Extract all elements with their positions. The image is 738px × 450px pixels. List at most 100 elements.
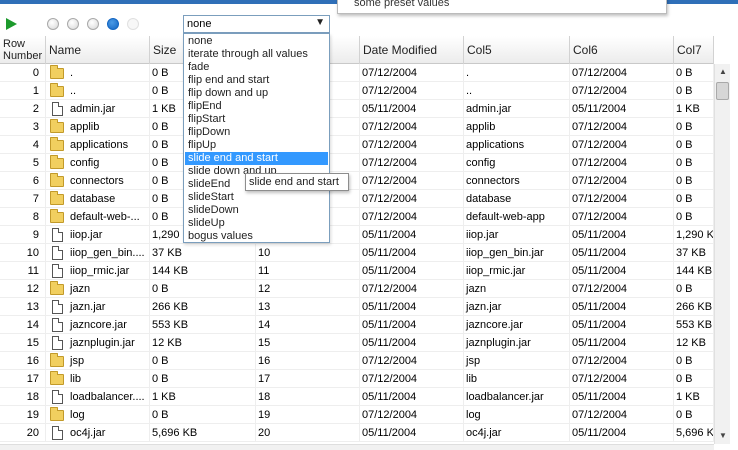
cell-name: . bbox=[46, 64, 150, 82]
cell-col7: 0 B bbox=[674, 64, 714, 82]
play-icon[interactable] bbox=[6, 18, 17, 30]
cell-col6: 07/12/2004 bbox=[570, 352, 674, 370]
cell-name-text: connectors bbox=[70, 175, 124, 187]
table-row[interactable]: 20 oc4j.jar 5,696 KB 20 05/11/2004 oc4j.jar 05… bbox=[0, 424, 714, 442]
cell-col3: 11 bbox=[256, 262, 360, 280]
cell-row-number: 5 bbox=[0, 154, 46, 172]
cell-col7: 1,290 K bbox=[674, 226, 714, 244]
cell-col7: 1 KB bbox=[674, 388, 714, 406]
cell-row-number: 11 bbox=[0, 262, 46, 280]
table-row[interactable]: 17 lib 0 B 17 07/12/2004 lib 07/12/2004 0 B bbox=[0, 370, 714, 388]
dropdown-option[interactable]: flipEnd bbox=[185, 100, 328, 113]
cell-date-modified: 07/12/2004 bbox=[360, 64, 464, 82]
dropdown-option[interactable]: slideDown bbox=[185, 204, 328, 217]
cell-col7: 0 B bbox=[674, 190, 714, 208]
dropdown-option[interactable]: flipUp bbox=[185, 139, 328, 152]
file-icon bbox=[52, 390, 63, 404]
option-hover-tooltip: slide end and start bbox=[245, 173, 349, 191]
transition-dots bbox=[47, 18, 139, 30]
dropdown-option[interactable]: bogus values bbox=[185, 230, 328, 243]
table-row[interactable]: 0.0 B 07/12/2004. 07/12/2004 0 B bbox=[0, 64, 714, 82]
table-row[interactable]: 12 jazn 0 B 12 07/12/2004 jazn 07/12/2004 0 B bbox=[0, 280, 714, 298]
cell-col7: 0 B bbox=[674, 370, 714, 388]
vertical-scrollbar[interactable]: ▲ ▼ bbox=[714, 64, 730, 444]
cell-row-number: 6 bbox=[0, 172, 46, 190]
cell-col6: 07/12/2004 bbox=[570, 208, 674, 226]
scroll-thumb[interactable] bbox=[716, 82, 729, 100]
table-row[interactable]: 18 loadbalancer.... 1 KB 18 05/11/2004 loadba… bbox=[0, 388, 714, 406]
cell-col6: 07/12/2004 bbox=[570, 136, 674, 154]
table-row[interactable]: 4 applications 0 B 07/12/2004 applications 07… bbox=[0, 136, 714, 154]
table-row[interactable]: 1.. 0 B 07/12/2004.. 07/12/2004 0 B bbox=[0, 82, 714, 100]
cell-col6: 07/12/2004 bbox=[570, 190, 674, 208]
cell-name: log bbox=[46, 406, 150, 424]
dropdown-option[interactable]: slide end and start bbox=[185, 152, 328, 165]
chevron-down-icon: ▼ bbox=[315, 17, 325, 28]
dot-3[interactable] bbox=[87, 18, 99, 30]
cell-col7: 266 KB bbox=[674, 298, 714, 316]
header-row-number[interactable]: Row Number bbox=[0, 36, 46, 64]
cell-col6: 07/12/2004 bbox=[570, 118, 674, 136]
cell-col6: 05/11/2004 bbox=[570, 244, 674, 262]
dot-1[interactable] bbox=[47, 18, 59, 30]
dot-4[interactable] bbox=[107, 18, 119, 30]
cell-date-modified: 05/11/2004 bbox=[360, 262, 464, 280]
header-date-modified[interactable]: Date Modified bbox=[360, 36, 464, 64]
folder-icon bbox=[50, 155, 64, 169]
header-col7[interactable]: Col7 bbox=[674, 36, 714, 64]
dropdown-option[interactable]: slideUp bbox=[185, 217, 328, 230]
table-row[interactable]: 6 connectors 0 B 07/12/2004 connectors 07/12/… bbox=[0, 172, 714, 190]
cell-col5: applications bbox=[464, 136, 570, 154]
table-row[interactable]: 9 iiop.jar 1,290 05/11/2004 iiop.jar 05/11/20… bbox=[0, 226, 714, 244]
transition-select[interactable]: none ▼ bbox=[183, 15, 330, 33]
cell-col5: admin.jar bbox=[464, 100, 570, 118]
dropdown-option[interactable]: fade bbox=[185, 61, 328, 74]
cell-name: applib bbox=[46, 118, 150, 136]
cell-name-text: jaznplugin.jar bbox=[70, 337, 135, 349]
cell-col6: 05/11/2004 bbox=[570, 334, 674, 352]
cell-size: 0 B bbox=[150, 280, 256, 298]
table-row[interactable]: 8 default-web-... 0 B 07/12/2004 default-web… bbox=[0, 208, 714, 226]
horizontal-scrollbar[interactable] bbox=[0, 444, 714, 450]
table-row[interactable]: 13 jazn.jar 266 KB 13 05/11/2004 jazn.jar 05/1… bbox=[0, 298, 714, 316]
scroll-down-icon[interactable]: ▼ bbox=[715, 428, 731, 444]
table-row[interactable]: 3 applib 0 B 07/12/2004 applib 07/12/2004 0 B bbox=[0, 118, 714, 136]
cell-col5: connectors bbox=[464, 172, 570, 190]
table-row[interactable]: 11 iiop_rmic.jar 144 KB 11 05/11/2004 iiop_rm… bbox=[0, 262, 714, 280]
cell-name-text: log bbox=[70, 409, 85, 421]
table-row[interactable]: 7 database 0 B 07/12/2004 database 07/12/2004… bbox=[0, 190, 714, 208]
header-name[interactable]: Name bbox=[46, 36, 150, 64]
folder-icon bbox=[50, 65, 64, 79]
table-row[interactable]: 19 log 0 B 19 07/12/2004 log 07/12/2004 0 B bbox=[0, 406, 714, 424]
dropdown-option[interactable]: none bbox=[185, 35, 328, 48]
cell-name: jaznplugin.jar bbox=[46, 334, 150, 352]
cell-date-modified: 07/12/2004 bbox=[360, 370, 464, 388]
header-col5[interactable]: Col5 bbox=[464, 36, 570, 64]
cell-col3: 18 bbox=[256, 388, 360, 406]
table-row[interactable]: 10 iiop_gen_bin.... 37 KB 10 05/11/2004 iiop_… bbox=[0, 244, 714, 262]
table-row[interactable]: 14 jazncore.jar 553 KB 14 05/11/2004 jazncore… bbox=[0, 316, 714, 334]
dropdown-option[interactable]: flipStart bbox=[185, 113, 328, 126]
cell-name-text: config bbox=[70, 157, 100, 169]
table-row[interactable]: 5 config 0 B 07/12/2004 config 07/12/2004 0 B bbox=[0, 154, 714, 172]
dropdown-option[interactable]: iterate through all values bbox=[185, 48, 328, 61]
cell-col5: jazn.jar bbox=[464, 298, 570, 316]
dot-5[interactable] bbox=[127, 18, 139, 30]
cell-name-text: . bbox=[70, 67, 74, 79]
cell-col5: config bbox=[464, 154, 570, 172]
cell-col7: 0 B bbox=[674, 172, 714, 190]
transition-select-value: none bbox=[187, 18, 212, 30]
header-col6[interactable]: Col6 bbox=[570, 36, 674, 64]
table-row[interactable]: 16 jsp 0 B 16 07/12/2004 jsp 07/12/2004 0 B bbox=[0, 352, 714, 370]
dropdown-option[interactable]: flip down and up bbox=[185, 87, 328, 100]
dropdown-option[interactable]: flip end and start bbox=[185, 74, 328, 87]
dot-2[interactable] bbox=[67, 18, 79, 30]
table-row[interactable]: 2 admin.jar 1 KB 05/11/2004 admin.jar 05/11/2… bbox=[0, 100, 714, 118]
dropdown-option[interactable]: slideStart bbox=[185, 191, 328, 204]
cell-col5: iiop.jar bbox=[464, 226, 570, 244]
scroll-up-icon[interactable]: ▲ bbox=[715, 64, 731, 80]
dropdown-option[interactable]: flipDown bbox=[185, 126, 328, 139]
table-row[interactable]: 15 jaznplugin.jar 12 KB 15 05/11/2004 jaznplu… bbox=[0, 334, 714, 352]
cell-col3: 13 bbox=[256, 298, 360, 316]
cell-size: 37 KB bbox=[150, 244, 256, 262]
